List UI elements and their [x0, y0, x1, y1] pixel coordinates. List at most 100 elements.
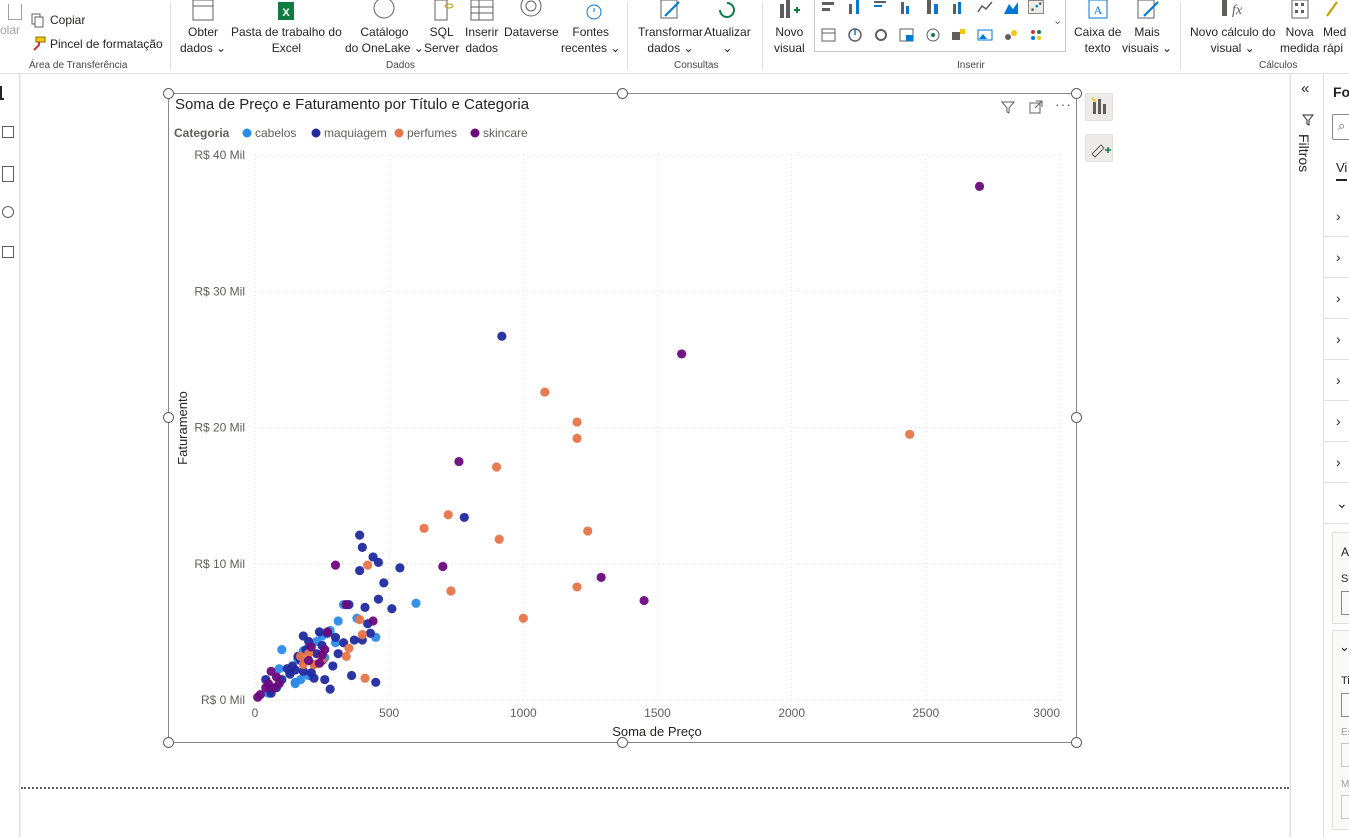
new-measure-button[interactable]: Nova medida — [1280, 0, 1319, 56]
format-card[interactable]: › — [1324, 360, 1349, 401]
line-chart-icon[interactable] — [977, 0, 993, 14]
new-visual-button[interactable]: Novo visual — [774, 0, 805, 56]
clustered-column-icon[interactable] — [899, 0, 915, 14]
more-visuals-button[interactable]: Mais visuais ⌄ — [1122, 0, 1172, 56]
format-card[interactable]: › — [1324, 319, 1349, 360]
custom-visual-icon[interactable] — [1028, 28, 1044, 42]
stacked-bar-icon[interactable] — [821, 0, 837, 14]
quick-measure-button[interactable]: Med rápi — [1323, 0, 1349, 56]
dax-query-icon[interactable] — [2, 206, 14, 218]
section-input[interactable] — [1341, 795, 1349, 819]
refresh-button[interactable]: Atualizar ⌄ — [704, 0, 751, 56]
point-maquiagem[interactable] — [387, 604, 397, 614]
resize-handle[interactable] — [617, 88, 628, 99]
tab-visual[interactable]: Vi — [1336, 160, 1348, 181]
point-maquiagem[interactable] — [328, 661, 338, 671]
scatter-chart-icon[interactable] — [1028, 0, 1044, 14]
section-input[interactable] — [1341, 693, 1349, 717]
dataverse-button[interactable]: Dataverse — [504, 0, 559, 40]
format-card[interactable]: › — [1324, 442, 1349, 483]
copy-button[interactable]: Copiar — [30, 12, 85, 28]
point-perfumes[interactable] — [357, 630, 367, 640]
card-icon[interactable] — [951, 28, 967, 42]
resize-handle[interactable] — [163, 88, 174, 99]
azure-map-icon[interactable] — [1003, 28, 1019, 42]
point-perfumes[interactable] — [494, 534, 504, 544]
section-input[interactable] — [1341, 591, 1349, 615]
resize-handle[interactable] — [163, 412, 174, 423]
legend-item-perfumes[interactable]: perfumes — [407, 126, 457, 140]
legend-item-cabelos[interactable]: cabelos — [255, 126, 296, 140]
point-maquiagem[interactable] — [355, 565, 365, 576]
build-visual-button[interactable] — [1085, 93, 1113, 121]
100-column-icon[interactable] — [951, 0, 967, 14]
point-cabelos[interactable] — [277, 644, 287, 655]
point-maquiagem[interactable] — [395, 563, 405, 573]
point-maquiagem[interactable] — [320, 674, 330, 685]
get-data-button[interactable]: Obter dados ⌄ — [180, 0, 226, 56]
point-skincare[interactable] — [341, 600, 351, 610]
point-perfumes[interactable] — [341, 651, 351, 662]
point-skincare[interactable] — [306, 642, 316, 652]
visuals-gallery[interactable]: ⌄ — [814, 0, 1066, 52]
resize-handle[interactable] — [617, 737, 628, 748]
point-skincare[interactable] — [368, 616, 378, 626]
point-skincare[interactable] — [314, 658, 324, 668]
point-maquiagem[interactable] — [357, 542, 367, 552]
point-maquiagem[interactable] — [379, 578, 389, 588]
point-cabelos[interactable] — [411, 598, 421, 608]
legend-item-skincare[interactable]: skincare — [483, 126, 528, 140]
point-skincare[interactable] — [322, 627, 333, 637]
point-perfumes[interactable] — [540, 387, 550, 397]
format-card[interactable]: › — [1324, 278, 1349, 319]
chevron-down-icon[interactable]: ⌄ — [1339, 639, 1349, 655]
excel-workbook-button[interactable]: X Pasta de trabalho do Excel — [231, 0, 342, 56]
point-perfumes[interactable] — [363, 560, 373, 570]
point-maquiagem[interactable] — [325, 684, 335, 694]
section-input[interactable] — [1341, 743, 1349, 767]
model-view-icon[interactable] — [2, 166, 14, 182]
point-perfumes[interactable] — [583, 526, 593, 536]
donut-chart-icon[interactable] — [873, 28, 889, 42]
point-maquiagem[interactable] — [459, 512, 469, 523]
report-view-icon[interactable] — [0, 86, 4, 100]
point-skincare[interactable] — [330, 560, 341, 570]
point-perfumes[interactable] — [572, 582, 582, 592]
point-maquiagem[interactable] — [371, 677, 381, 687]
point-maquiagem[interactable] — [373, 557, 384, 567]
search-input[interactable]: ⌕ — [1332, 114, 1349, 140]
point-skincare[interactable] — [304, 655, 314, 666]
point-skincare[interactable] — [677, 349, 687, 359]
image-icon[interactable] — [977, 28, 993, 42]
point-perfumes[interactable] — [355, 615, 365, 625]
point-perfumes[interactable] — [296, 651, 306, 662]
enter-data-button[interactable]: Inserir dados — [465, 0, 498, 56]
point-perfumes[interactable] — [443, 510, 453, 520]
format-card[interactable]: › — [1324, 401, 1349, 442]
onelake-catalog-button[interactable]: Catálogo do OneLake ⌄ — [345, 0, 424, 56]
point-perfumes[interactable] — [518, 613, 528, 623]
point-skincare[interactable] — [438, 561, 448, 572]
pie-chart-icon[interactable] — [847, 28, 863, 42]
tmdl-view-icon[interactable] — [2, 246, 14, 258]
scatter-visual[interactable]: Soma de Preço e Faturamento por Título e… — [168, 93, 1077, 743]
format-visual-button[interactable] — [1085, 134, 1113, 162]
resize-handle[interactable] — [1071, 412, 1082, 423]
point-cabelos[interactable] — [290, 677, 300, 687]
new-visual-calculation-button[interactable]: fx Novo cálculo do visual ⌄ — [1190, 0, 1275, 56]
point-perfumes[interactable] — [572, 433, 582, 443]
format-card[interactable]: › — [1324, 237, 1349, 278]
point-cabelos[interactable] — [333, 616, 343, 626]
point-perfumes[interactable] — [905, 429, 915, 439]
filters-pane-collapsed[interactable]: « Filtros — [1290, 74, 1323, 837]
matrix-icon[interactable] — [899, 28, 915, 42]
transform-data-button[interactable]: Transformar dados ⌄ — [638, 0, 703, 56]
point-perfumes[interactable] — [446, 586, 456, 596]
point-maquiagem[interactable] — [497, 331, 507, 341]
point-maquiagem[interactable] — [314, 627, 324, 637]
point-perfumes[interactable] — [572, 417, 582, 427]
point-skincare[interactable] — [974, 181, 985, 191]
resize-handle[interactable] — [163, 737, 174, 748]
point-perfumes[interactable] — [360, 673, 370, 683]
point-skincare[interactable] — [596, 572, 606, 582]
